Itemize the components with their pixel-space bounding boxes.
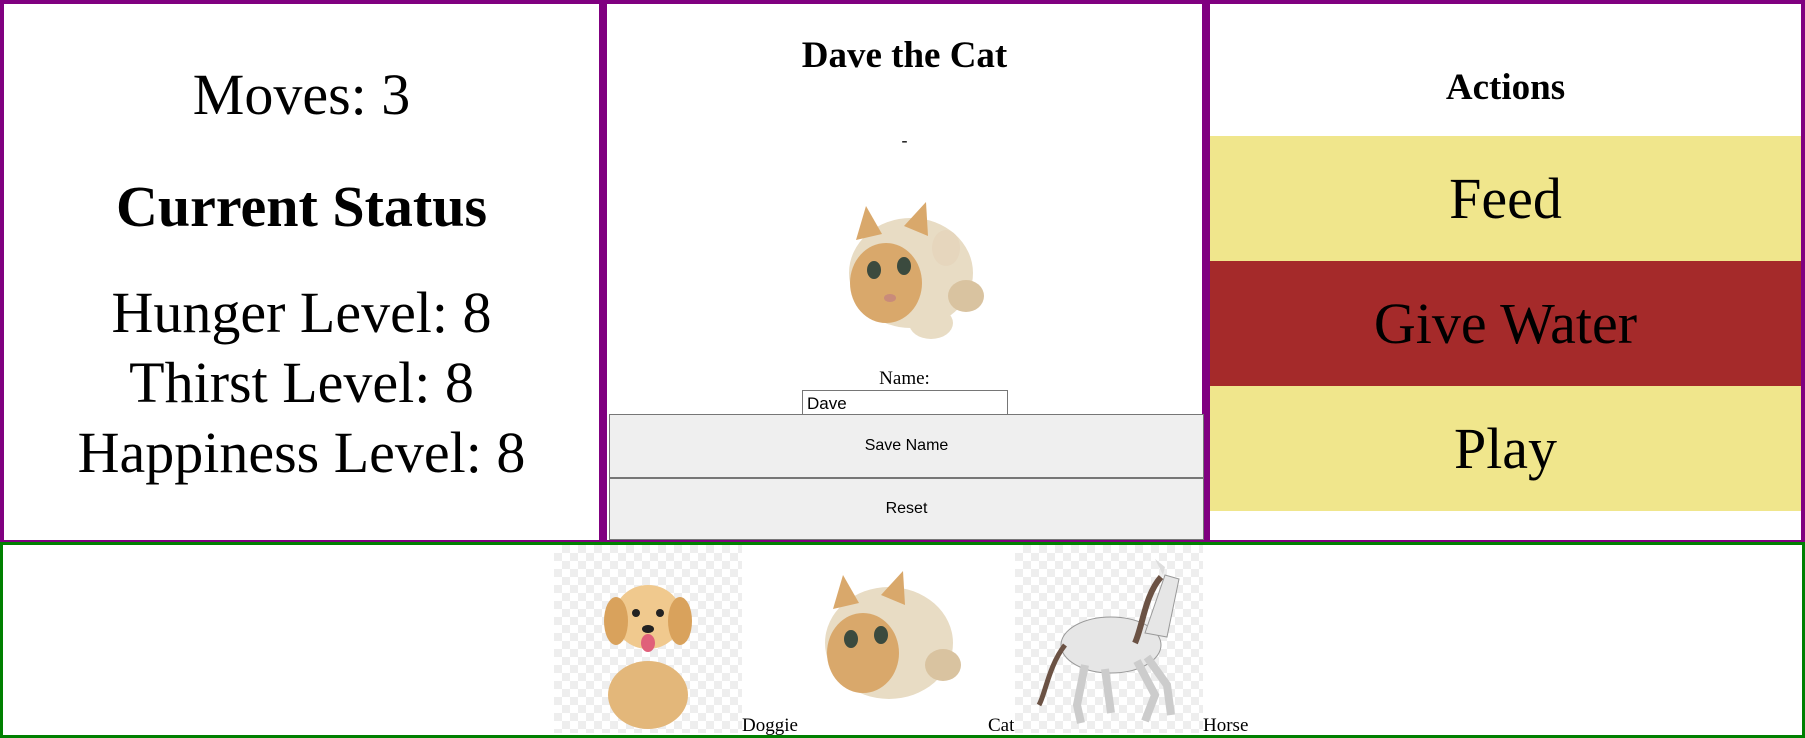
save-name-button[interactable]: Save Name [609, 414, 1204, 478]
pet-mood-text: - [901, 130, 908, 150]
status-heading: Current Status [115, 174, 488, 239]
levels-list: Hunger Level: 8 Thirst Level: 8 Happines… [4, 278, 599, 488]
pet-panel: Dave the Cat - Name: Save Name Reset [603, 0, 1206, 544]
name-label: Name: [879, 368, 930, 389]
cat-choice-image[interactable] [793, 545, 981, 733]
choice-label-horse: Horse [1203, 715, 1249, 736]
pet-chooser: Doggie Cat Horse [0, 542, 1805, 738]
status-panel: Moves: 3 Current Status Hunger Level: 8 … [0, 0, 603, 544]
actions-heading: Actions [1445, 67, 1566, 108]
name-input[interactable] [802, 390, 1008, 417]
choice-label-cat: Cat [988, 715, 1015, 736]
hunger-level: Hunger Level: 8 [111, 280, 492, 345]
choice-label-doggie: Doggie [742, 715, 798, 736]
dog-image[interactable] [554, 545, 742, 733]
moves-counter: Moves: 3 [192, 62, 411, 127]
pet-title: Dave the Cat [801, 35, 1008, 76]
thirst-level: Thirst Level: 8 [129, 350, 474, 415]
cat-image [849, 202, 984, 339]
reset-button[interactable]: Reset [609, 478, 1204, 540]
give-water-button[interactable]: Give Water [1210, 261, 1801, 386]
actions-panel: Actions Feed Give Water Play [1206, 0, 1805, 544]
top-row: Moves: 3 Current Status Hunger Level: 8 … [0, 0, 1805, 544]
feed-button[interactable]: Feed [1210, 136, 1801, 261]
happiness-level: Happiness Level: 8 [77, 420, 526, 485]
horse-image[interactable] [1015, 545, 1203, 733]
play-button[interactable]: Play [1210, 386, 1801, 511]
